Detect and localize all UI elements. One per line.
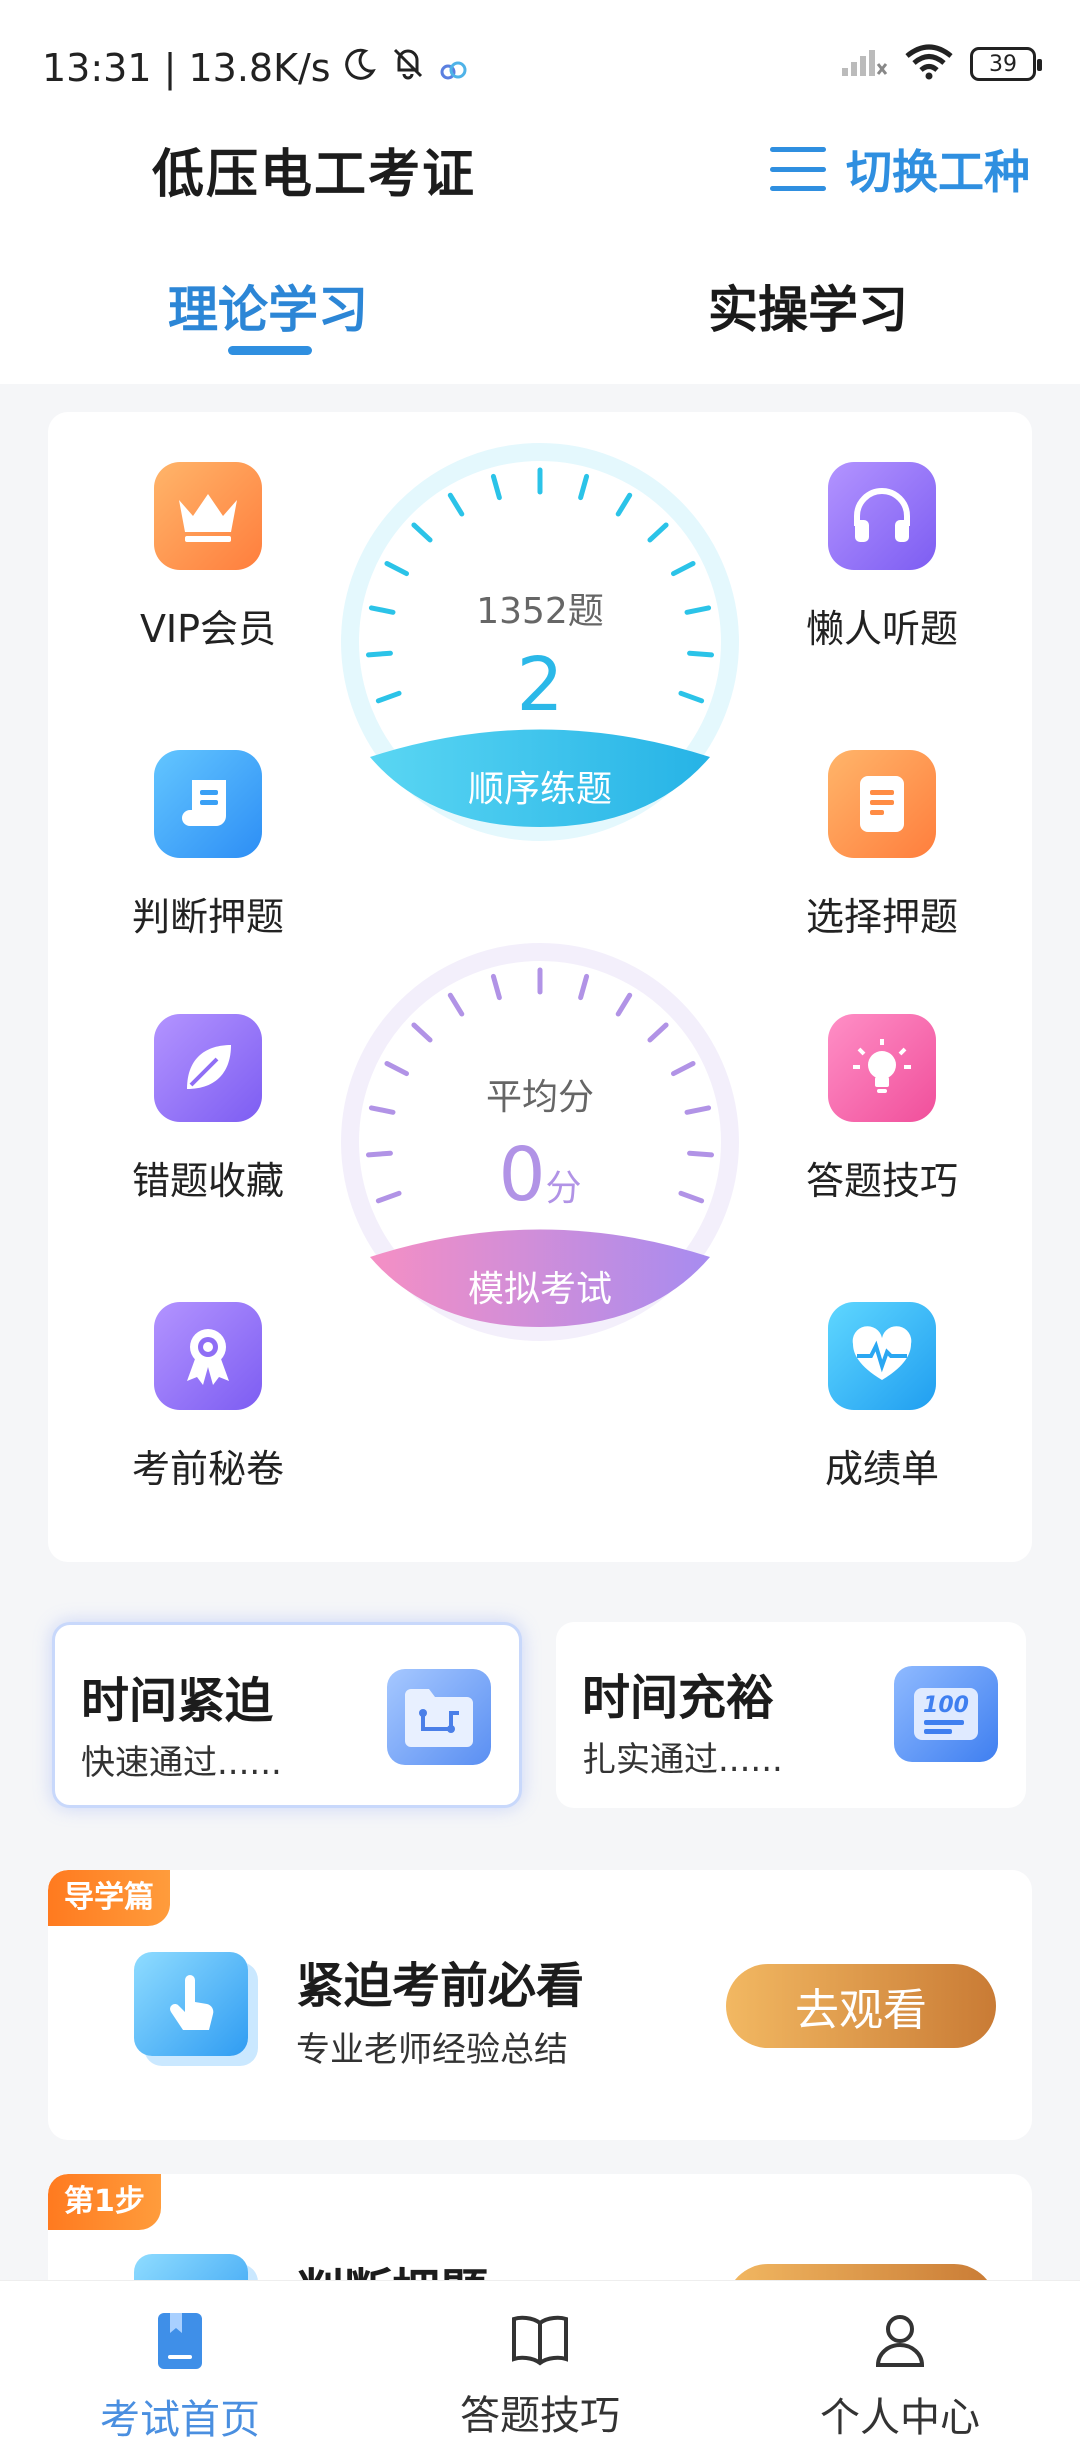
gauge-tick	[384, 561, 410, 577]
menu-icon	[770, 147, 826, 191]
bell-muted-icon	[389, 44, 427, 91]
gauge-tick	[615, 492, 633, 517]
heart-pulse-icon	[828, 1302, 936, 1410]
touch-hand-icon	[134, 1952, 248, 2056]
status-right: 39	[840, 44, 1042, 84]
guide-item: 导学篇 紧迫考前必看 专业老师经验总结 去观看	[48, 1870, 1032, 2140]
feature-mistakes[interactable]: 错题收藏	[98, 1014, 318, 1205]
gauge-tick	[411, 522, 433, 543]
feature-report-label: 成绩单	[824, 1447, 939, 1491]
practice-gauge-current: 2	[516, 642, 564, 728]
gauge-tick	[647, 522, 669, 543]
gauge-tick	[578, 973, 590, 1001]
folder-icon	[387, 1669, 491, 1765]
battery-indicator: 39	[970, 47, 1042, 81]
feature-judge[interactable]: 判断押题	[98, 750, 318, 941]
tab-active-underline	[228, 346, 312, 355]
gauge-tick	[615, 992, 633, 1017]
practice-gauge-total: 1352题	[476, 591, 604, 632]
feature-vip[interactable]: VIP会员	[98, 462, 318, 653]
gauge-tick	[578, 473, 590, 501]
mock-exam-button[interactable]: 模拟考试	[330, 1260, 750, 1312]
feature-tips[interactable]: 答题技巧	[772, 1014, 992, 1205]
guide-title: 紧迫考前必看	[296, 1958, 585, 2014]
watch-button[interactable]: 去观看	[726, 1964, 996, 2048]
moon-icon	[343, 46, 377, 90]
nav-profile-label: 个人中心	[820, 2395, 980, 2441]
switch-category-button[interactable]: 切换工种	[770, 136, 1030, 202]
gauge-tick	[411, 1022, 433, 1043]
feature-mistakes-label: 错题收藏	[131, 1159, 284, 1203]
top-section: 13:31 | 13.8K/s 39 低压电工考证 切换工种 理论学习 实操学习	[0, 0, 1080, 384]
signal-icon	[840, 46, 888, 82]
feature-judge-label: 判断押题	[131, 895, 284, 939]
nav-home[interactable]: 考试首页	[60, 2311, 300, 2445]
status-bar: 13:31 | 13.8K/s 39	[0, 0, 1080, 140]
lightbulb-icon	[828, 1014, 936, 1122]
exam-gauge-score: 0分	[330, 1132, 750, 1218]
feature-secret[interactable]: 考前秘卷	[98, 1302, 318, 1493]
open-book-icon	[512, 2315, 568, 2366]
leaf-icon	[154, 1014, 262, 1122]
battery-level: 39	[989, 51, 1017, 77]
feature-secret-label: 考前秘卷	[131, 1447, 284, 1491]
home-book-icon	[158, 2313, 202, 2369]
practice-gauge[interactable]: 1352题 2 顺序练题	[330, 442, 750, 862]
tab-practice[interactable]: 实操学习	[708, 270, 908, 342]
exam-score-value: 0	[498, 1132, 546, 1218]
cloud-icon	[439, 46, 469, 90]
gauge-tick	[670, 561, 696, 577]
switch-category-label: 切换工种	[846, 145, 1030, 199]
feature-choice[interactable]: 选择押题	[772, 750, 992, 941]
award-ribbon-icon	[154, 1302, 262, 1410]
exam-score-unit: 分	[545, 1168, 582, 1209]
study-tabs: 理论学习 实操学习	[0, 270, 1080, 370]
plan-relaxed-card[interactable]: 时间充裕 扎实通过...... 100	[556, 1622, 1026, 1808]
document-icon	[828, 750, 936, 858]
tab-theory[interactable]: 理论学习	[168, 270, 368, 342]
sequential-practice-button[interactable]: 顺序练题	[330, 760, 750, 812]
bottom-nav: 考试首页 答题技巧 个人中心	[0, 2280, 1080, 2460]
guide-subtitle: 专业老师经验总结	[296, 2030, 568, 2070]
guide-tag: 导学篇	[48, 1870, 170, 1926]
exam-gauge-label: 平均分	[485, 1077, 594, 1118]
plan-urgent-subtitle: 快速通过......	[81, 1743, 282, 1783]
nav-tips[interactable]: 答题技巧	[420, 2311, 660, 2441]
nav-home-label: 考试首页	[100, 2397, 260, 2443]
plan-relaxed-subtitle: 扎实通过......	[582, 1740, 783, 1780]
gauge-tick	[647, 1022, 669, 1043]
gauge-tick	[490, 473, 502, 501]
wifi-icon	[904, 44, 954, 84]
scroll-icon	[154, 750, 262, 858]
headphones-icon	[828, 462, 936, 570]
score-100-icon: 100	[894, 1666, 998, 1762]
nav-tips-label: 答题技巧	[460, 2393, 620, 2439]
guide-tag: 第1步	[48, 2174, 161, 2230]
feature-choice-label: 选择押题	[805, 895, 958, 939]
plan-relaxed-title: 时间充裕	[582, 1670, 775, 1726]
status-time-speed: 13:31 | 13.8K/s	[42, 45, 331, 90]
feature-report[interactable]: 成绩单	[772, 1302, 992, 1493]
page-title: 低压电工考证	[152, 145, 477, 205]
svg-text:100: 100	[923, 1693, 969, 1718]
plan-urgent-title: 时间紧迫	[81, 1673, 274, 1729]
study-card: VIP会员 判断押题 错题收藏 考前秘卷 懒人听题 选择押题 答题技巧 成绩单 …	[48, 412, 1032, 1562]
exam-gauge[interactable]: 平均分 0分 模拟考试	[330, 942, 750, 1362]
feature-vip-label: VIP会员	[139, 607, 277, 651]
crown-icon	[154, 462, 262, 570]
gauge-tick	[447, 992, 465, 1017]
feature-listen[interactable]: 懒人听题	[772, 462, 992, 653]
user-icon	[875, 2315, 925, 2367]
gauge-tick	[490, 973, 502, 1001]
feature-tips-label: 答题技巧	[805, 1159, 958, 1203]
feature-listen-label: 懒人听题	[805, 607, 958, 651]
gauge-tick	[447, 492, 465, 517]
status-left: 13:31 | 13.8K/s	[42, 44, 469, 91]
nav-profile[interactable]: 个人中心	[780, 2311, 1020, 2443]
plan-urgent-card[interactable]: 时间紧迫 快速通过......	[52, 1622, 522, 1808]
